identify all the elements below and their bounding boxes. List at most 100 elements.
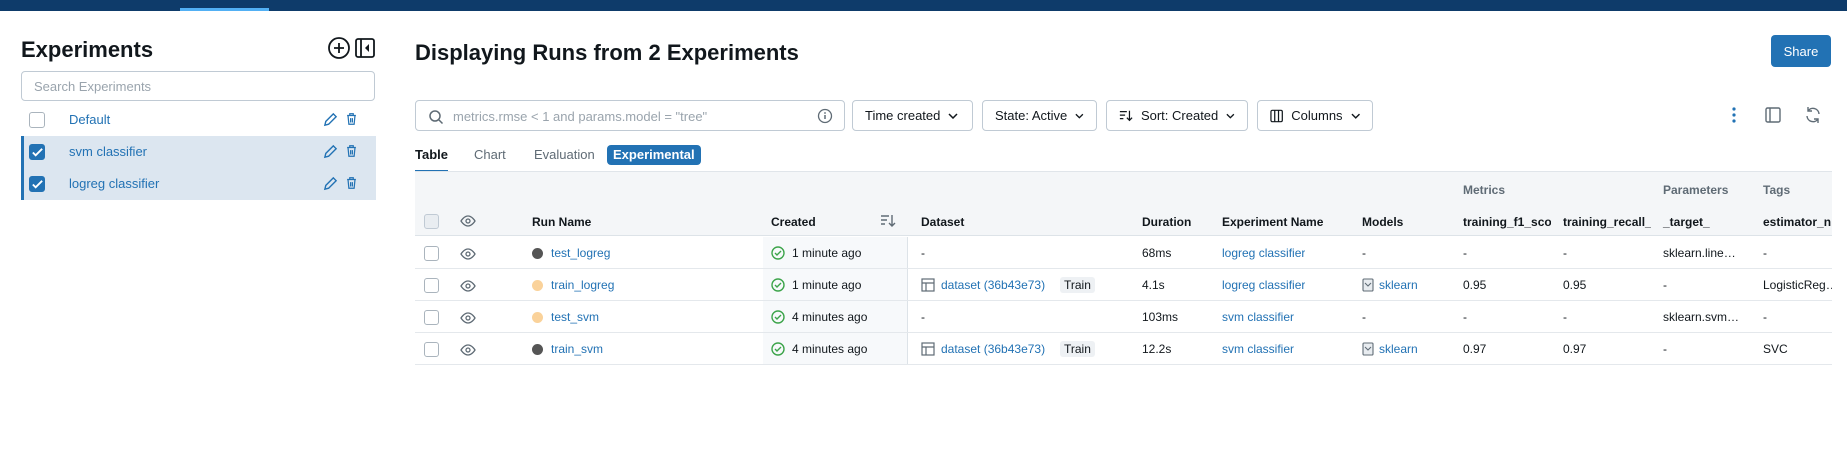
search-experiments-input[interactable] xyxy=(21,71,375,101)
check-circle-icon xyxy=(771,278,785,295)
model-link[interactable]: sklearn xyxy=(1379,342,1418,356)
column-header-estimator[interactable]: estimator_n xyxy=(1763,215,1832,229)
duration-cell: 103ms xyxy=(1142,310,1179,324)
sort-descending-icon[interactable] xyxy=(880,214,896,231)
tab-table[interactable]: Table xyxy=(415,147,448,162)
run-name-link[interactable]: train_svm xyxy=(551,342,603,356)
column-header-run-name[interactable]: Run Name xyxy=(532,215,591,229)
top-navigation-bar xyxy=(0,0,1847,11)
sort-dropdown[interactable]: Sort: Created xyxy=(1106,100,1248,131)
edit-pencil-icon[interactable] xyxy=(323,112,338,130)
columns-dropdown[interactable]: Columns xyxy=(1257,100,1373,131)
row-checkbox[interactable] xyxy=(424,246,439,261)
collapse-sidebar-icon[interactable] xyxy=(353,36,377,60)
experiment-item-svm-classifier[interactable]: svm classifier xyxy=(21,136,376,168)
page-title: Displaying Runs from 2 Experiments xyxy=(415,40,799,65)
experiment-checkbox-checked[interactable] xyxy=(29,176,45,192)
estimator-cell: LogisticReg… xyxy=(1763,278,1832,292)
column-header-models[interactable]: Models xyxy=(1362,215,1403,229)
column-header-training-f1[interactable]: training_f1_sco xyxy=(1463,215,1551,229)
time-created-label: Time created xyxy=(865,108,941,123)
trash-icon[interactable] xyxy=(345,112,358,129)
columns-icon xyxy=(1270,109,1283,122)
experiment-item-logreg-classifier[interactable]: logreg classifier xyxy=(21,168,376,200)
sidebar-actions xyxy=(327,36,377,60)
column-header-dataset[interactable]: Dataset xyxy=(921,215,964,229)
experiment-name-link[interactable]: logreg classifier xyxy=(1222,246,1305,260)
check-circle-icon xyxy=(771,310,785,327)
table-row[interactable]: train_logreg 1 minute ago dataset (36b43… xyxy=(415,269,1832,301)
experiment-name-link[interactable]: svm classifier xyxy=(1222,342,1294,356)
run-color-dot[interactable] xyxy=(532,280,543,291)
model-icon xyxy=(1362,342,1374,359)
estimator-cell: SVC xyxy=(1763,342,1788,356)
state-label: State: Active xyxy=(995,108,1068,123)
run-name-link[interactable]: test_logreg xyxy=(551,246,610,260)
run-color-dot[interactable] xyxy=(532,344,543,355)
recall-cell: - xyxy=(1563,246,1567,260)
info-icon[interactable] xyxy=(817,108,833,127)
trash-icon[interactable] xyxy=(345,176,358,193)
trash-icon[interactable] xyxy=(345,144,358,161)
check-circle-icon xyxy=(771,342,785,359)
row-checkbox[interactable] xyxy=(424,342,439,357)
tab-chart[interactable]: Chart xyxy=(474,147,506,162)
eye-icon[interactable] xyxy=(460,247,476,264)
experiment-name-link[interactable]: svm classifier xyxy=(1222,310,1294,324)
dataset-tag: Train xyxy=(1056,341,1095,357)
column-header-created[interactable]: Created xyxy=(771,215,816,229)
time-created-dropdown[interactable]: Time created xyxy=(852,100,973,131)
experiment-name[interactable]: Default xyxy=(69,112,110,127)
edit-pencil-icon[interactable] xyxy=(323,176,338,194)
eye-icon[interactable] xyxy=(460,279,476,296)
experiment-item-default[interactable]: Default xyxy=(21,104,376,136)
sidebar-title: Experiments xyxy=(21,37,154,62)
experimental-badge: Experimental xyxy=(607,145,701,165)
search-icon xyxy=(428,109,444,128)
run-color-dot[interactable] xyxy=(532,248,543,259)
row-checkbox[interactable] xyxy=(424,278,439,293)
dataset-link[interactable]: dataset (36b43e73) xyxy=(941,342,1045,356)
state-dropdown[interactable]: State: Active xyxy=(982,100,1097,131)
models-cell: - xyxy=(1362,246,1366,260)
recall-cell: 0.95 xyxy=(1563,278,1587,292)
experiment-checkbox[interactable] xyxy=(29,112,45,128)
column-header-experiment-name[interactable]: Experiment Name xyxy=(1222,215,1323,229)
eye-icon[interactable] xyxy=(460,343,476,360)
experiment-name[interactable]: logreg classifier xyxy=(69,176,159,191)
experiment-name-link[interactable]: logreg classifier xyxy=(1222,278,1305,292)
target-cell: - xyxy=(1663,278,1667,292)
active-nav-indicator xyxy=(180,8,269,11)
share-button[interactable]: Share xyxy=(1771,35,1831,67)
table-row[interactable]: test_svm 4 minutes ago - 103ms svm class… xyxy=(415,301,1832,333)
experiment-list: Default svm classifier logreg classifier xyxy=(21,104,376,200)
toggle-side-panel-icon[interactable] xyxy=(1764,106,1782,127)
run-color-dot[interactable] xyxy=(532,312,543,323)
experiment-name[interactable]: svm classifier xyxy=(69,144,147,159)
group-header-tags: Tags xyxy=(1763,183,1791,197)
experiment-checkbox-checked[interactable] xyxy=(29,144,45,160)
created-time: 4 minutes ago xyxy=(792,342,868,356)
run-name-link[interactable]: test_svm xyxy=(551,310,599,324)
eye-icon[interactable] xyxy=(460,214,476,231)
column-header-duration[interactable]: Duration xyxy=(1142,215,1191,229)
group-header-metrics: Metrics xyxy=(1463,183,1506,197)
created-time: 1 minute ago xyxy=(792,246,862,260)
select-all-checkbox[interactable] xyxy=(424,214,439,229)
runs-search-input[interactable]: metrics.rmse < 1 and params.model = "tre… xyxy=(415,100,845,131)
table-row[interactable]: test_logreg 1 minute ago - 68ms logreg c… xyxy=(415,237,1832,269)
refresh-icon[interactable] xyxy=(1804,106,1822,127)
eye-icon[interactable] xyxy=(460,311,476,328)
dataset-tag-label: Train xyxy=(1060,341,1095,357)
dataset-link[interactable]: dataset (36b43e73) xyxy=(941,278,1045,292)
more-options-icon[interactable] xyxy=(1726,106,1742,127)
run-name-link[interactable]: train_logreg xyxy=(551,278,614,292)
model-link[interactable]: sklearn xyxy=(1379,278,1418,292)
add-experiment-icon[interactable] xyxy=(327,36,351,60)
row-checkbox[interactable] xyxy=(424,310,439,325)
column-header-training-recall[interactable]: training_recall_ xyxy=(1563,215,1651,229)
tab-evaluation[interactable]: Evaluation xyxy=(534,147,595,162)
edit-pencil-icon[interactable] xyxy=(323,144,338,162)
table-row[interactable]: train_svm 4 minutes ago dataset (36b43e7… xyxy=(415,333,1832,365)
column-header-target[interactable]: _target_ xyxy=(1663,215,1710,229)
